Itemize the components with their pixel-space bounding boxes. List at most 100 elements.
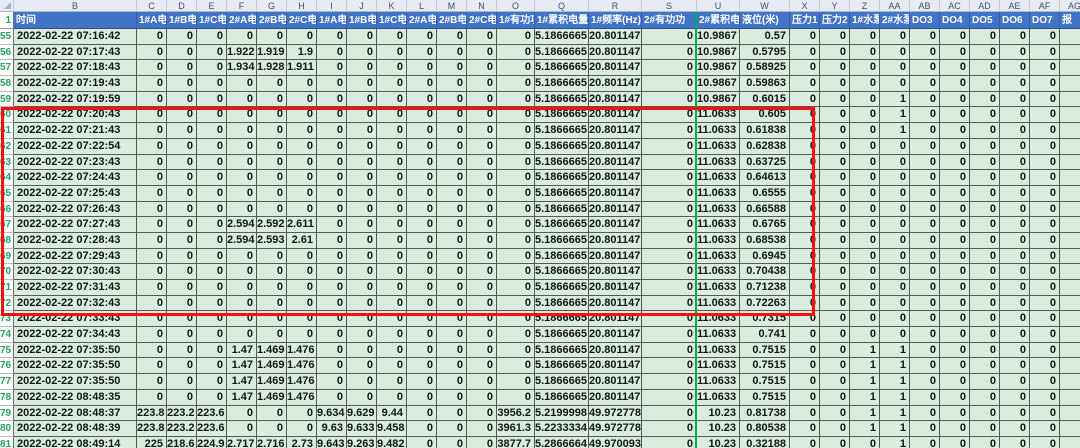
cell-F61[interactable]: 0 bbox=[227, 123, 257, 139]
cell-O57[interactable]: 0 bbox=[497, 60, 535, 76]
cell-K62[interactable]: 0 bbox=[377, 139, 407, 155]
cell-R66[interactable]: 20.801147 bbox=[589, 202, 642, 218]
cell-W64[interactable]: 0.64613 bbox=[740, 170, 790, 186]
cell-AE79[interactable]: 0 bbox=[1000, 406, 1030, 422]
cell-D56[interactable]: 0 bbox=[167, 45, 197, 61]
cell-Q62[interactable]: 5.1866665 bbox=[535, 139, 589, 155]
cell-AA66[interactable]: 0 bbox=[880, 202, 910, 218]
cell-M72[interactable]: 0 bbox=[437, 296, 467, 312]
cell-I66[interactable]: 0 bbox=[317, 202, 347, 218]
cell-time[interactable]: 2022-02-22 07:30:43 bbox=[14, 264, 137, 280]
cell-AA70[interactable]: 0 bbox=[880, 264, 910, 280]
cell-F72[interactable]: 0 bbox=[227, 296, 257, 312]
cell-AA63[interactable]: 0 bbox=[880, 155, 910, 171]
cell-Y71[interactable]: 0 bbox=[820, 280, 850, 296]
header-cell-C[interactable]: 1#A电 bbox=[137, 12, 167, 29]
cell-G76[interactable]: 1.469 bbox=[257, 358, 287, 374]
cell-H69[interactable]: 0 bbox=[287, 249, 317, 265]
cell-K55[interactable]: 0 bbox=[377, 29, 407, 45]
row-number[interactable]: 73 bbox=[0, 311, 14, 327]
cell-I77[interactable]: 0 bbox=[317, 374, 347, 390]
column-letter-M[interactable]: M bbox=[437, 0, 467, 12]
cell-AB55[interactable]: 0 bbox=[910, 29, 940, 45]
cell-AD60[interactable]: 0 bbox=[970, 107, 1000, 123]
cell-X57[interactable]: 0 bbox=[790, 60, 820, 76]
cell-AD78[interactable]: 0 bbox=[970, 390, 1000, 406]
cell-G65[interactable]: 0 bbox=[257, 186, 287, 202]
cell-D72[interactable]: 0 bbox=[167, 296, 197, 312]
cell-M79[interactable]: 0 bbox=[437, 406, 467, 422]
cell-AG62[interactable] bbox=[1060, 139, 1080, 155]
cell-N76[interactable]: 0 bbox=[467, 358, 497, 374]
cell-Q55[interactable]: 5.1866665 bbox=[535, 29, 589, 45]
cell-I63[interactable]: 0 bbox=[317, 155, 347, 171]
cell-W67[interactable]: 0.6765 bbox=[740, 217, 790, 233]
cell-D60[interactable]: 0 bbox=[167, 107, 197, 123]
cell-X65[interactable]: 0 bbox=[790, 186, 820, 202]
cell-AC67[interactable]: 0 bbox=[940, 217, 970, 233]
cell-time[interactable]: 2022-02-22 07:18:43 bbox=[14, 60, 137, 76]
cell-J74[interactable]: 0 bbox=[347, 327, 377, 343]
cell-M76[interactable]: 0 bbox=[437, 358, 467, 374]
cell-D73[interactable]: 0 bbox=[167, 311, 197, 327]
cell-U55[interactable]: 10.9867 bbox=[697, 29, 740, 45]
cell-L58[interactable]: 0 bbox=[407, 76, 437, 92]
cell-X81[interactable]: 0 bbox=[790, 437, 820, 448]
cell-G62[interactable]: 0 bbox=[257, 139, 287, 155]
cell-Q67[interactable]: 5.1866665 bbox=[535, 217, 589, 233]
cell-AB77[interactable]: 0 bbox=[910, 374, 940, 390]
cell-G61[interactable]: 0 bbox=[257, 123, 287, 139]
row-number[interactable]: 77 bbox=[0, 374, 14, 390]
cell-E56[interactable]: 0 bbox=[197, 45, 227, 61]
cell-Z77[interactable]: 1 bbox=[850, 374, 880, 390]
cell-Y56[interactable]: 0 bbox=[820, 45, 850, 61]
cell-AA57[interactable]: 0 bbox=[880, 60, 910, 76]
cell-AG80[interactable] bbox=[1060, 421, 1080, 437]
cell-time[interactable]: 2022-02-22 07:32:43 bbox=[14, 296, 137, 312]
cell-J79[interactable]: 9.629 bbox=[347, 406, 377, 422]
cell-D65[interactable]: 0 bbox=[167, 186, 197, 202]
cell-H76[interactable]: 1.476 bbox=[287, 358, 317, 374]
cell-D78[interactable]: 0 bbox=[167, 390, 197, 406]
cell-W69[interactable]: 0.6945 bbox=[740, 249, 790, 265]
cell-I73[interactable]: 0 bbox=[317, 311, 347, 327]
cell-J62[interactable]: 0 bbox=[347, 139, 377, 155]
cell-Y80[interactable]: 0 bbox=[820, 421, 850, 437]
cell-AB68[interactable]: 0 bbox=[910, 233, 940, 249]
cell-H55[interactable]: 0 bbox=[287, 29, 317, 45]
column-letter-AB[interactable]: AB bbox=[910, 0, 940, 12]
cell-Q58[interactable]: 5.1866665 bbox=[535, 76, 589, 92]
cell-AA68[interactable]: 0 bbox=[880, 233, 910, 249]
cell-N65[interactable]: 0 bbox=[467, 186, 497, 202]
cell-AF79[interactable]: 0 bbox=[1030, 406, 1060, 422]
cell-L61[interactable]: 0 bbox=[407, 123, 437, 139]
cell-L74[interactable]: 0 bbox=[407, 327, 437, 343]
cell-N64[interactable]: 0 bbox=[467, 170, 497, 186]
cell-Y81[interactable]: 0 bbox=[820, 437, 850, 448]
cell-D81[interactable]: 218.6 bbox=[167, 437, 197, 448]
cell-F71[interactable]: 0 bbox=[227, 280, 257, 296]
cell-U57[interactable]: 10.9867 bbox=[697, 60, 740, 76]
cell-R70[interactable]: 20.801147 bbox=[589, 264, 642, 280]
cell-N63[interactable]: 0 bbox=[467, 155, 497, 171]
header-cell-AF[interactable]: DO7 bbox=[1030, 12, 1060, 29]
cell-U81[interactable]: 10.23 bbox=[697, 437, 740, 448]
cell-F68[interactable]: 2.594 bbox=[227, 233, 257, 249]
cell-I61[interactable]: 0 bbox=[317, 123, 347, 139]
cell-AE71[interactable]: 0 bbox=[1000, 280, 1030, 296]
cell-J65[interactable]: 0 bbox=[347, 186, 377, 202]
column-letter-X[interactable]: X bbox=[790, 0, 820, 12]
cell-G60[interactable]: 0 bbox=[257, 107, 287, 123]
cell-F58[interactable]: 0 bbox=[227, 76, 257, 92]
cell-AF66[interactable]: 0 bbox=[1030, 202, 1060, 218]
cell-AB70[interactable]: 0 bbox=[910, 264, 940, 280]
cell-N56[interactable]: 0 bbox=[467, 45, 497, 61]
cell-Y59[interactable]: 0 bbox=[820, 92, 850, 108]
header-cell-K[interactable]: 1#C电 bbox=[377, 12, 407, 29]
cell-S64[interactable]: 0 bbox=[642, 170, 697, 186]
cell-X67[interactable]: 0 bbox=[790, 217, 820, 233]
cell-AE80[interactable]: 0 bbox=[1000, 421, 1030, 437]
cell-G70[interactable]: 0 bbox=[257, 264, 287, 280]
cell-Y58[interactable]: 0 bbox=[820, 76, 850, 92]
cell-AG61[interactable] bbox=[1060, 123, 1080, 139]
